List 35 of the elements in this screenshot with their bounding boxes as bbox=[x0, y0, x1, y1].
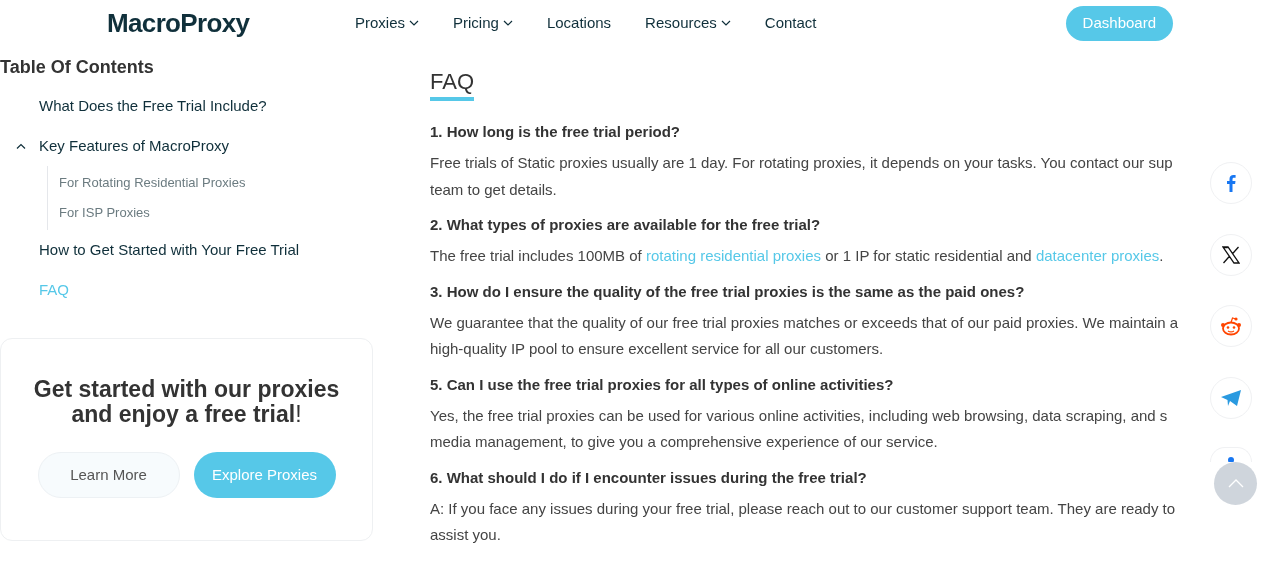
chevron-down-icon bbox=[502, 20, 513, 26]
paper-plane-icon bbox=[1220, 388, 1242, 407]
chevron-down-icon bbox=[720, 20, 731, 26]
learn-more-button[interactable]: Learn More bbox=[37, 452, 180, 498]
share-button[interactable] bbox=[1210, 233, 1252, 276]
faq-answer: The free trial includes 100MB of rotating residential proxies or 1 IP for static residential and datacenter proxies. bbox=[430, 246, 1164, 266]
faq-question: 5. Can I use the free trial proxies for all types of online activities? bbox=[430, 374, 894, 395]
toc-link[interactable]: What Does the Free Trial Include? bbox=[39, 94, 267, 118]
toc-sublink[interactable]: For ISP Proxies bbox=[59, 203, 150, 223]
promo-title: Get started with our proxies and enjoy a free trial! bbox=[32, 377, 341, 427]
faq-answer: We guarantee that the quality of our free trial proxies matches or exceeds that of our paid proxies. We maintain a high-quality IP pool to ensure excellent service for all our customers. bbox=[430, 312, 1179, 359]
x-logo-icon bbox=[1222, 245, 1240, 264]
faq-answer: A: If you face any issues during your free trial, please reach out to our customer support team. They are ready to assist you. bbox=[430, 498, 1176, 545]
facebook-icon bbox=[1226, 174, 1236, 192]
faq-answer: Yes, the free trial proxies can be used for various online activities, including web browsing, data scraping, and s media management, to give you a comprehensive experience of our service. bbox=[430, 405, 1168, 452]
toc-link[interactable]: How to Get Started with Your Free Trial bbox=[39, 238, 300, 262]
chevron-up-icon bbox=[15, 143, 26, 149]
toc-link[interactable]: Key Features of MacroProxy bbox=[39, 134, 230, 158]
chevron-down-icon bbox=[409, 20, 420, 26]
nav-link[interactable]: Contact bbox=[764, 11, 817, 35]
faq-answer: Free trials of Static proxies usually are 1 day. For rotating proxies, it depends on your tasks. You contact our sup team to get details. bbox=[430, 153, 1173, 200]
nav-link[interactable]: Locations bbox=[546, 11, 612, 35]
reddit-icon bbox=[1220, 316, 1242, 336]
toc-sublink[interactable]: For Rotating Residential Proxies bbox=[59, 173, 246, 193]
faq-heading: FAQ bbox=[430, 68, 474, 101]
faq-question: 3. How do I ensure the quality of the free trial proxies is the same as the paid ones? bbox=[430, 281, 1025, 302]
faq-question: 2. What types of proxies are available for the free trial? bbox=[430, 215, 821, 235]
nav-link[interactable]: Pricing bbox=[453, 11, 513, 35]
faq-question: 1. How long is the free trial period? bbox=[430, 122, 681, 142]
logo[interactable]: MacroProxy bbox=[107, 3, 267, 43]
faq-question: 6. What should I do if I encounter issues during the free trial? bbox=[430, 467, 867, 488]
nav-link[interactable]: Resources bbox=[645, 11, 731, 35]
nav-link[interactable]: Proxies bbox=[355, 11, 420, 35]
toc-title: Table Of Contents bbox=[0, 56, 155, 78]
chevron-up-icon bbox=[1227, 479, 1244, 488]
